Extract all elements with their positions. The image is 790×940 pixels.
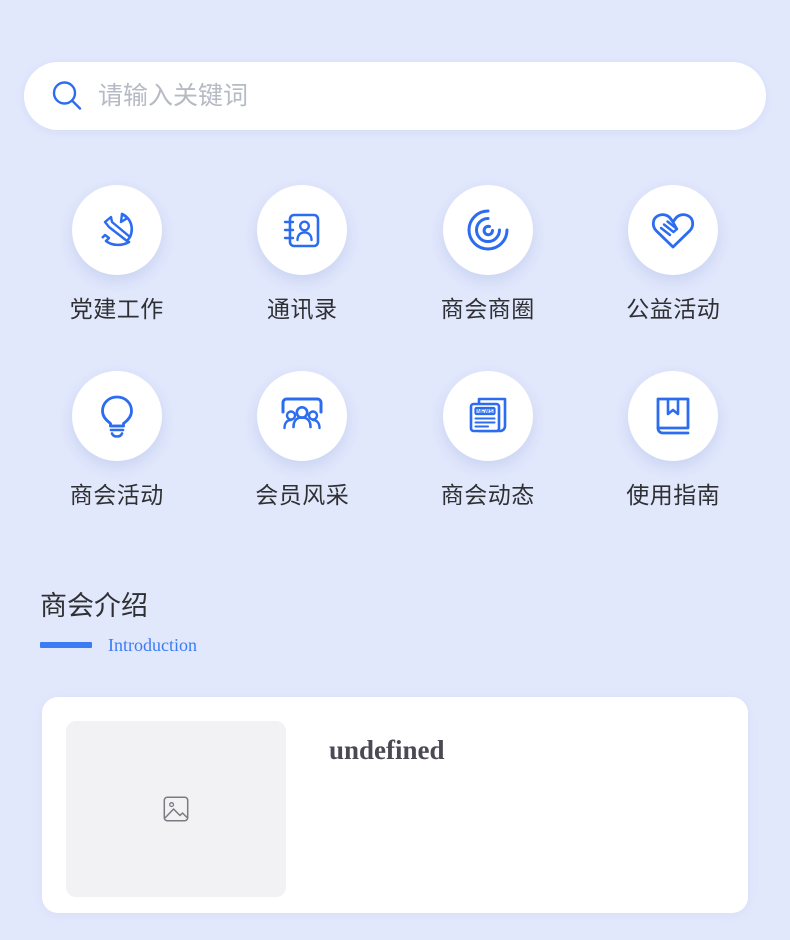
- section-title: 商会介绍: [40, 591, 148, 621]
- section-subtitle-row: Introduction: [40, 636, 197, 654]
- grid-item-label: 会员风采: [255, 482, 350, 508]
- search-bar[interactable]: [24, 62, 766, 130]
- newspaper-icon: NEWS: [442, 371, 533, 461]
- grid-item-chamber-events[interactable]: 商会活动: [24, 371, 210, 557]
- introduction-thumbnail: [66, 721, 286, 897]
- grid-item-user-guide[interactable]: 使用指南: [581, 371, 767, 557]
- grid-item-label: 使用指南: [626, 482, 721, 508]
- section-header-introduction: 商会介绍 Introduction: [40, 591, 197, 654]
- section-accent-bar: [40, 641, 92, 648]
- heart-handshake-icon: [628, 185, 719, 275]
- people-group-icon: [257, 371, 348, 461]
- introduction-card[interactable]: undefined: [42, 697, 748, 913]
- search-input[interactable]: [98, 76, 740, 116]
- address-book-icon: [257, 185, 348, 275]
- hammer-sickle-icon: [71, 185, 162, 275]
- grid-item-chamber-news[interactable]: NEWS 商会动态: [395, 371, 581, 557]
- book-bookmark-icon: [628, 371, 719, 461]
- grid-item-business-circle[interactable]: 商会商圈: [395, 185, 581, 371]
- grid-item-label: 党建工作: [69, 296, 164, 322]
- image-placeholder-icon: [163, 796, 189, 822]
- grid-item-label: 公益活动: [626, 296, 721, 322]
- spiral-circle-icon: [442, 185, 533, 275]
- introduction-title: undefined: [329, 735, 445, 765]
- quick-entry-grid: 党建工作 通讯录 商会商圈 公益活动 商会活动 会员风采 NEWS 商会动态 使…: [24, 185, 766, 557]
- grid-item-label: 商会商圈: [440, 296, 535, 322]
- section-subtitle: Introduction: [108, 634, 197, 655]
- grid-item-member-showcase[interactable]: 会员风采: [210, 371, 396, 557]
- introduction-body: undefined: [286, 721, 724, 776]
- grid-item-party-work[interactable]: 党建工作: [24, 185, 210, 371]
- grid-item-label: 通讯录: [267, 296, 338, 322]
- grid-item-contacts[interactable]: 通讯录: [210, 185, 396, 371]
- svg-text:NEWS: NEWS: [477, 409, 493, 415]
- search-icon: [50, 79, 84, 113]
- grid-item-label: 商会动态: [440, 482, 535, 508]
- lightbulb-icon: [71, 371, 162, 461]
- grid-item-charity[interactable]: 公益活动: [581, 185, 767, 371]
- grid-item-label: 商会活动: [69, 482, 164, 508]
